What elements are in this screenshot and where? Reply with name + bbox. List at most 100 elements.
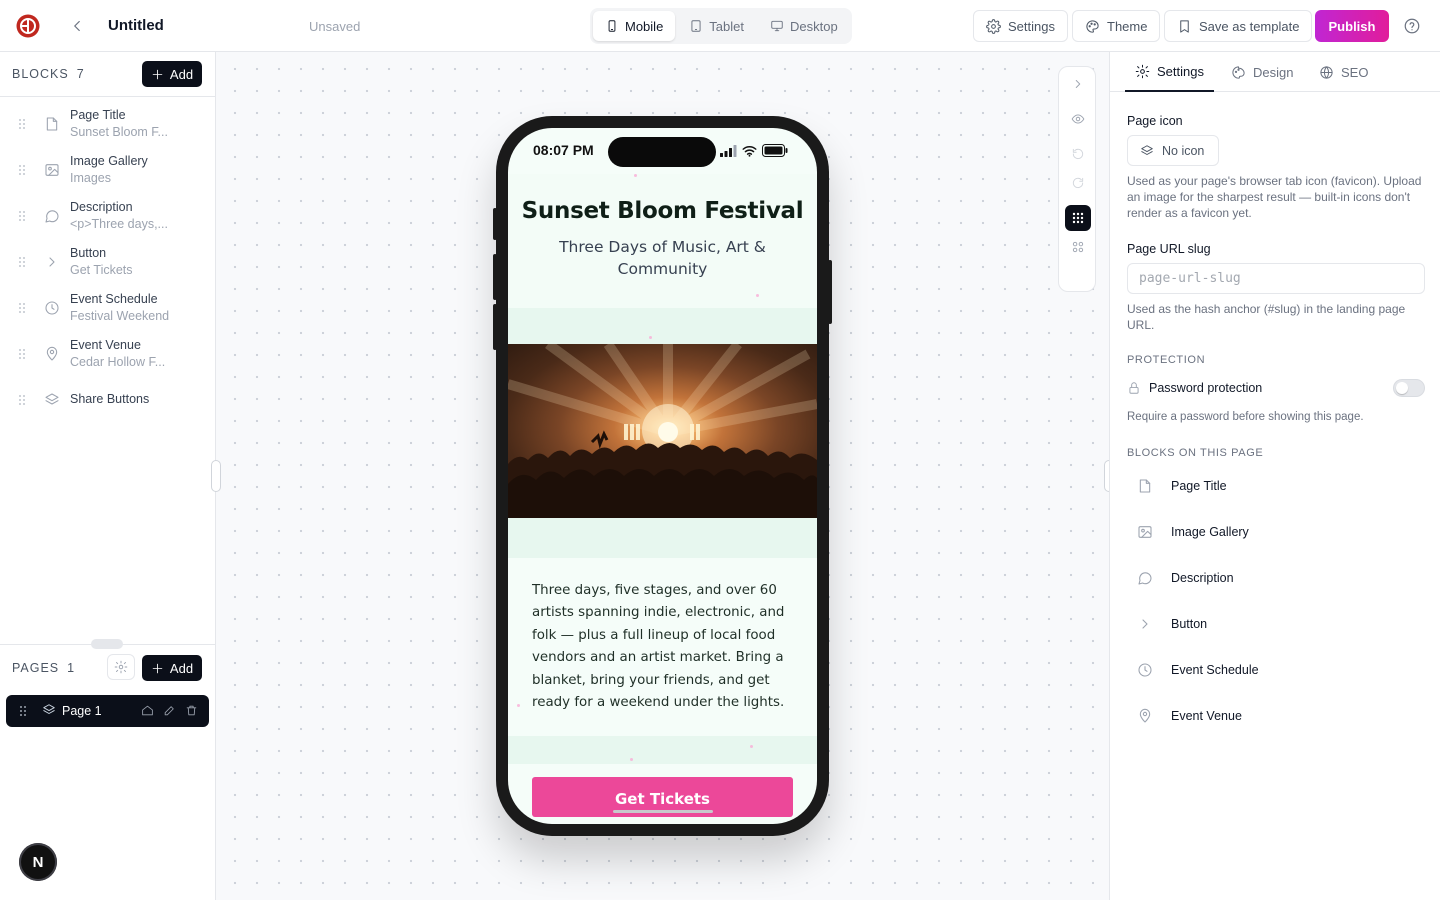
- page-block-button[interactable]: Button: [1127, 607, 1425, 641]
- image-gallery-photo[interactable]: [508, 344, 817, 518]
- message-circle-icon: [1138, 572, 1152, 585]
- block-item-share-buttons[interactable]: Share Buttons: [0, 377, 215, 423]
- publish-button[interactable]: Publish: [1315, 10, 1389, 42]
- drag-handle-icon[interactable]: [17, 210, 27, 222]
- pages-settings-button[interactable]: [107, 654, 135, 680]
- save-status: Unsaved: [309, 19, 361, 34]
- page-block-image-gallery[interactable]: Image Gallery: [1127, 515, 1425, 549]
- phone-side-button: [828, 260, 832, 324]
- add-page-button[interactable]: Add: [142, 655, 202, 681]
- block-name: Description: [70, 200, 133, 214]
- settings-label: Settings: [1008, 18, 1055, 34]
- page-block-name: Page Title: [1171, 479, 1227, 493]
- drag-handle-icon[interactable]: [18, 705, 28, 717]
- panel-resize-handle[interactable]: [91, 639, 123, 649]
- trash-icon[interactable]: [185, 704, 198, 717]
- block-item-button[interactable]: Button Get Tickets: [0, 239, 215, 285]
- block-summary: Sunset Bloom F...: [70, 125, 168, 139]
- layers-icon: [1141, 144, 1153, 155]
- grid-dots-icon[interactable]: [1065, 205, 1091, 231]
- app-logo-icon[interactable]: [16, 14, 40, 38]
- phone-side-button: [493, 254, 497, 300]
- block-item-event-schedule[interactable]: Event Schedule Festival Weekend: [0, 285, 215, 331]
- tab-design[interactable]: Design: [1231, 52, 1293, 92]
- page-block-description[interactable]: Description: [1127, 561, 1425, 595]
- save-template-label: Save as template: [1199, 18, 1300, 34]
- block-item-page-title[interactable]: Page Title Sunset Bloom F...: [0, 101, 215, 147]
- avatar[interactable]: N: [19, 843, 57, 881]
- no-icon-label: No icon: [1162, 143, 1205, 158]
- password-protection-toggle[interactable]: [1393, 379, 1425, 397]
- phone-side-button: [493, 304, 497, 350]
- page-icon-picker[interactable]: No icon: [1127, 135, 1219, 166]
- right-panel-tabs: Settings Design SEO: [1110, 52, 1440, 92]
- apps-icon[interactable]: [1065, 234, 1091, 260]
- drag-handle-icon[interactable]: [17, 164, 27, 176]
- map-pin-icon: [46, 346, 58, 361]
- phone-side-button: [493, 208, 497, 240]
- block-name: Event Venue: [70, 338, 141, 352]
- tab-seo[interactable]: SEO: [1319, 52, 1368, 92]
- drag-handle-icon[interactable]: [17, 256, 27, 268]
- sparkle-decoration: [750, 745, 753, 748]
- settings-button[interactable]: Settings: [973, 10, 1068, 42]
- phone-screen: 08:07 PM Sunset Bloom Festival Three Day…: [508, 128, 817, 824]
- landing-page-title[interactable]: Sunset Bloom Festival: [508, 198, 817, 224]
- document-title[interactable]: Untitled: [108, 17, 164, 34]
- concert-crowd-image: [508, 344, 817, 518]
- edit-icon[interactable]: [163, 704, 176, 717]
- eye-icon[interactable]: [1065, 106, 1091, 132]
- palette-icon: [1086, 19, 1099, 33]
- undo-icon[interactable]: [1065, 141, 1091, 167]
- device-mobile-button[interactable]: Mobile: [593, 11, 676, 41]
- collapse-chevron-icon[interactable]: [1065, 71, 1091, 97]
- drag-handle-icon[interactable]: [17, 118, 27, 130]
- clock-icon: [1138, 663, 1152, 677]
- page-icon-help: Used as your page's browser tab icon (fa…: [1127, 174, 1422, 220]
- drag-handle-icon[interactable]: [17, 302, 27, 314]
- home-indicator: [613, 810, 713, 813]
- device-desktop-button[interactable]: Desktop: [758, 11, 850, 41]
- tab-settings-label: Settings: [1157, 63, 1204, 79]
- smartphone-icon: [608, 20, 616, 32]
- block-name: Button: [70, 246, 107, 260]
- tab-settings[interactable]: Settings: [1125, 52, 1214, 92]
- canvas: 08:07 PM Sunset Bloom Festival Three Day…: [211, 52, 1114, 900]
- back-chevron-icon[interactable]: [68, 17, 86, 35]
- gear-icon: [986, 18, 1001, 34]
- theme-button[interactable]: Theme: [1072, 10, 1161, 42]
- chevron-right-icon: [49, 257, 55, 267]
- home-icon[interactable]: [141, 704, 154, 717]
- save-template-button[interactable]: Save as template: [1164, 10, 1313, 42]
- block-item-event-venue[interactable]: Event Venue Cedar Hollow F...: [0, 331, 215, 377]
- globe-icon: [1320, 65, 1333, 79]
- redo-icon[interactable]: [1065, 170, 1091, 196]
- page-block-name: Event Venue: [1171, 709, 1242, 723]
- page-title-icon: [1139, 479, 1151, 493]
- blocks-count: 7: [76, 67, 84, 81]
- page-block-event-schedule[interactable]: Event Schedule: [1127, 653, 1425, 687]
- help-icon[interactable]: [1403, 17, 1421, 35]
- page-block-event-venue[interactable]: Event Venue: [1127, 699, 1425, 733]
- description-block[interactable]: Three days, five stages, and over 60 art…: [508, 558, 817, 736]
- page-block-name: Event Schedule: [1171, 663, 1259, 677]
- bookmark-icon: [1180, 19, 1189, 33]
- layers-icon: [45, 393, 59, 405]
- sparkle-decoration: [630, 758, 633, 761]
- page-block-page-title[interactable]: Page Title: [1127, 469, 1425, 503]
- device-tablet-button[interactable]: Tablet: [677, 11, 756, 41]
- monitor-icon: [771, 20, 783, 32]
- image-icon: [1138, 526, 1152, 538]
- protection-heading: Protection: [1127, 354, 1206, 366]
- block-item-image-gallery[interactable]: Image Gallery Images: [0, 147, 215, 193]
- landing-page-subtitle[interactable]: Three Days of Music, Art & Community: [538, 236, 787, 280]
- drag-handle-icon[interactable]: [17, 348, 27, 360]
- slug-input[interactable]: [1127, 263, 1425, 294]
- block-item-description[interactable]: Description <p>Three days,...: [0, 193, 215, 239]
- page-name: Page 1: [62, 704, 102, 718]
- sparkle-decoration: [517, 704, 520, 707]
- page-item-page-1[interactable]: Page 1: [6, 695, 209, 727]
- drag-handle-icon[interactable]: [17, 394, 27, 406]
- left-panel-resizer[interactable]: [211, 460, 221, 492]
- add-block-button[interactable]: Add: [142, 61, 202, 87]
